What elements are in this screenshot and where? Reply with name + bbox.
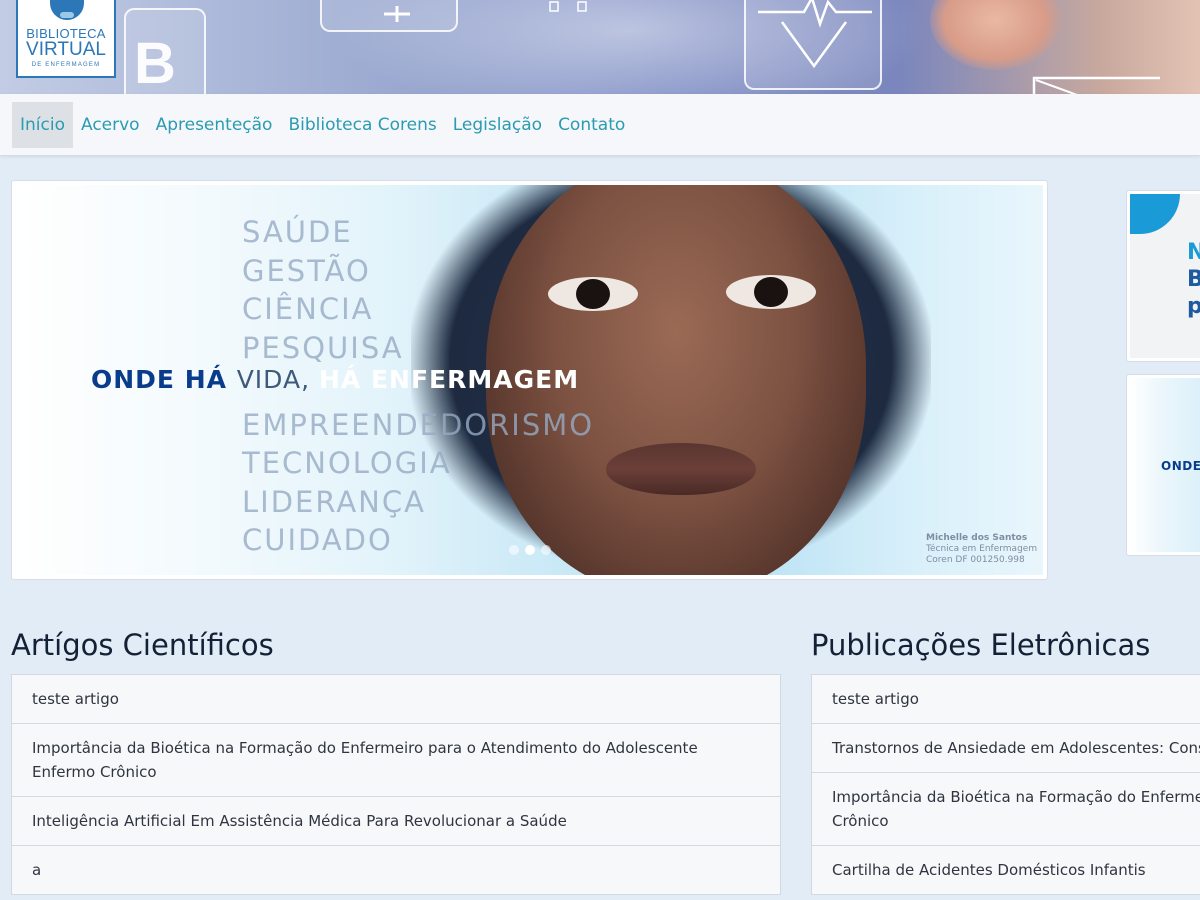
slide-caption: Michelle dos Santos Técnica em Enfermage… bbox=[926, 533, 1037, 566]
side-card-line: p bbox=[1187, 293, 1200, 320]
slogan-part-2: VIDA, bbox=[236, 365, 319, 394]
heartbeat-icon bbox=[758, 0, 872, 69]
portrait-eye bbox=[726, 275, 816, 309]
banner-glass-card bbox=[744, 0, 882, 90]
nav-item-contato[interactable]: Contato bbox=[550, 102, 633, 148]
portrait-lips bbox=[606, 443, 756, 495]
banner-glass-card bbox=[320, 0, 458, 32]
publication-item[interactable]: Transtornos de Ansiedade em Adolescentes… bbox=[812, 724, 1200, 773]
publications-title: Publicações Eletrônicas bbox=[811, 628, 1151, 662]
publication-item[interactable]: Importância da Bioética na Formação do E… bbox=[812, 773, 1200, 846]
side-card-line: N bbox=[1187, 239, 1200, 266]
site-logo[interactable]: BIBLIOTECA VIRTUAL DE ENFERMAGEM bbox=[16, 0, 116, 78]
caption-registration: Coren DF 001250.998 bbox=[926, 555, 1025, 565]
articles-list: teste artigo Importância da Bioética na … bbox=[11, 674, 781, 895]
slide-word: GESTÃO bbox=[242, 253, 371, 288]
main-navbar: Início Acervo Apresenteção Biblioteca Co… bbox=[0, 94, 1200, 156]
nav-item-acervo[interactable]: Acervo bbox=[73, 102, 148, 148]
publication-item[interactable]: teste artigo bbox=[812, 675, 1200, 724]
nav-item-inicio[interactable]: Início bbox=[12, 102, 73, 148]
article-item[interactable]: a bbox=[12, 846, 780, 894]
slide-word: PESQUISA bbox=[242, 330, 404, 365]
caption-name: Michelle dos Santos bbox=[926, 533, 1028, 543]
article-item[interactable]: Importância da Bioética na Formação do E… bbox=[12, 724, 780, 797]
caption-role: Técnica em Enfermagem bbox=[926, 544, 1038, 554]
side-banner-card[interactable]: N B p bbox=[1126, 190, 1200, 362]
slide-word: LIDERANÇA bbox=[242, 484, 426, 519]
nav-menu: Início Acervo Apresenteção Biblioteca Co… bbox=[12, 102, 633, 148]
hero-carousel[interactable]: SAÚDE GESTÃO CIÊNCIA PESQUISA EMPREENDED… bbox=[11, 180, 1048, 580]
side-banner-card[interactable]: ONDE bbox=[1126, 374, 1200, 556]
carousel-slide[interactable]: SAÚDE GESTÃO CIÊNCIA PESQUISA EMPREENDED… bbox=[16, 185, 1043, 575]
article-item[interactable]: teste artigo bbox=[12, 675, 780, 724]
plus-icon bbox=[384, 6, 410, 22]
nav-item-biblioteca-corens[interactable]: Biblioteca Corens bbox=[280, 102, 444, 148]
publication-item-line: Importância da Bioética na Formação do E… bbox=[832, 788, 1200, 806]
logo-line-3: DE ENFERMAGEM bbox=[31, 62, 101, 68]
carousel-dot-1[interactable] bbox=[509, 545, 519, 555]
carousel-dot-2[interactable] bbox=[525, 545, 535, 555]
slide-word: SAÚDE bbox=[242, 215, 353, 249]
side-card-text: ONDE bbox=[1161, 459, 1200, 473]
envelope-icon bbox=[1032, 76, 1160, 94]
publication-item[interactable]: Cartilha de Acidentes Domésticos Infanti… bbox=[812, 846, 1200, 894]
carousel-dot-3[interactable] bbox=[541, 545, 551, 555]
slide-slogan: ONDE HÁ VIDA, HÁ ENFERMAGEM bbox=[91, 365, 579, 394]
slide-word: EMPREENDEDORISMO bbox=[242, 407, 595, 442]
nav-item-apresentacao[interactable]: Apresenteção bbox=[148, 102, 281, 148]
hand-finger bbox=[930, 0, 1060, 70]
header-banner: B BIBLIOTECA VIRTUAL DE ENFERMAGEM bbox=[0, 0, 1200, 94]
logo-cup-detail bbox=[60, 12, 74, 18]
slide-word: CIÊNCIA bbox=[242, 292, 374, 326]
side-card-line: B bbox=[1187, 266, 1200, 293]
slogan-part-3: HÁ ENFERMAGEM bbox=[318, 365, 580, 394]
banner-letter: B bbox=[134, 31, 176, 94]
publications-list: teste artigo Transtornos de Ansiedade em… bbox=[811, 674, 1200, 895]
dots-icon bbox=[549, 1, 587, 12]
slogan-part-1: ONDE HÁ bbox=[91, 365, 237, 394]
nav-item-legislacao[interactable]: Legislação bbox=[445, 102, 550, 148]
side-card-text: N B p bbox=[1187, 239, 1200, 320]
logo-line-2: VIRTUAL bbox=[26, 39, 106, 60]
article-item[interactable]: Inteligência Artificial Em Assistência M… bbox=[12, 797, 780, 846]
articles-title: Artígos Científicos bbox=[11, 628, 274, 662]
slide-word: TECNOLOGIA bbox=[242, 446, 452, 480]
publication-item-line: Crônico bbox=[832, 812, 889, 830]
carousel-indicators bbox=[509, 545, 551, 555]
